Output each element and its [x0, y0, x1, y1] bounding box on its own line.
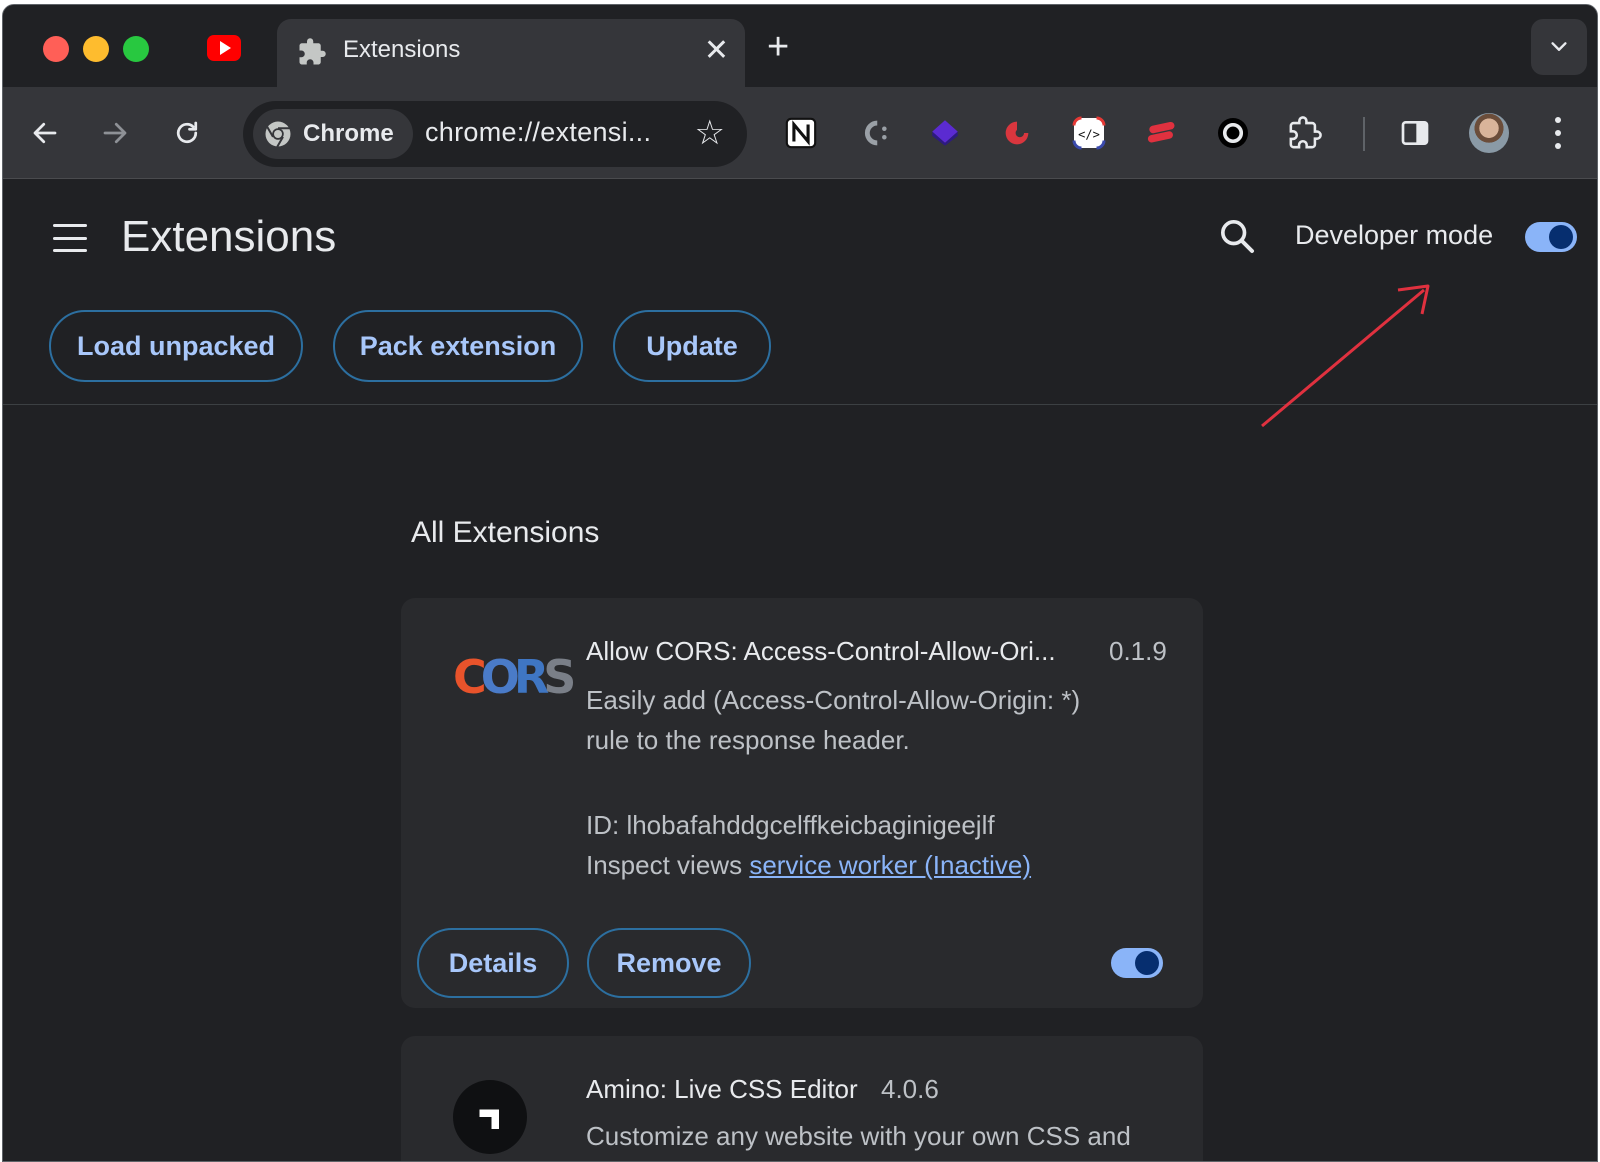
section-title: All Extensions [411, 516, 600, 549]
hamburger-menu-icon[interactable] [53, 224, 87, 252]
chevron-down-icon [1551, 42, 1567, 51]
load-unpacked-button[interactable]: Load unpacked [49, 310, 303, 382]
forward-arrow-icon [103, 122, 127, 144]
description-line: Customize any website with your own CSS … [586, 1121, 1131, 1151]
svg-text:</>: </> [1078, 127, 1100, 141]
youtube-icon [220, 41, 231, 55]
extension-name: Allow CORS: Access-Control-Allow-Ori... [586, 636, 1056, 666]
developer-mode-label: Developer mode [1295, 220, 1494, 250]
details-button[interactable]: Details [417, 928, 569, 998]
eagle-icon[interactable] [997, 113, 1037, 153]
profile-avatar[interactable] [1469, 113, 1509, 153]
annotation-arrow [1261, 284, 1430, 428]
close-window-button[interactable] [43, 36, 69, 62]
tab-close-icon[interactable]: ✕ [704, 33, 729, 69]
tab-extensions[interactable]: Extensions ✕ [277, 19, 745, 89]
back-arrow-icon [33, 122, 57, 144]
code-icon[interactable]: </> [1069, 113, 1109, 153]
bookmark-star-icon[interactable]: ☆ [695, 113, 725, 153]
circle-icon[interactable] [1213, 113, 1253, 153]
description-line: rule to the response header. [586, 725, 910, 755]
extensions-menu-puzzle-icon[interactable] [1285, 113, 1325, 153]
more-menu-icon[interactable] [1543, 113, 1573, 153]
extension-id: ID: lhobafahddgcelffkeicbaginigeejlf [586, 810, 995, 840]
side-panel-icon[interactable] [1395, 113, 1435, 153]
new-tab-button[interactable]: + [767, 27, 789, 67]
c-icon[interactable] [853, 113, 893, 153]
extension-version: 0.1.9 [1109, 636, 1167, 666]
service-worker-link[interactable]: service worker (Inactive) [749, 850, 1031, 880]
developer-mode-toggle[interactable] [1525, 222, 1577, 252]
url-text[interactable]: chrome://extensi... [425, 117, 651, 148]
back-button[interactable] [21, 109, 69, 157]
chip-label: Chrome [303, 120, 394, 147]
extensions-page: Extensions Developer mode Load unpacked … [3, 180, 1597, 1161]
layers-icon[interactable] [925, 113, 965, 153]
minimize-window-button[interactable] [83, 36, 109, 62]
reload-button[interactable] [163, 109, 211, 157]
tab-title: Extensions [343, 36, 461, 63]
notion-icon[interactable] [781, 113, 821, 153]
page-header: Extensions Developer mode Load unpacked … [3, 180, 1597, 428]
reload-icon [176, 121, 198, 144]
extension-version: 4.0.6 [881, 1074, 939, 1104]
cors-logo: CORS [453, 650, 576, 704]
site-info-chip[interactable]: Chrome [253, 109, 413, 159]
tab-strip: Extensions ✕ + [3, 5, 1597, 89]
chrome-logo-icon [265, 121, 291, 148]
remove-button[interactable]: Remove [587, 928, 751, 998]
extension-name: Amino: Live CSS Editor [586, 1074, 858, 1104]
forward-button[interactable] [91, 109, 139, 157]
youtube-pinned-tab[interactable] [207, 35, 241, 61]
update-button[interactable]: Update [613, 310, 771, 382]
address-bar[interactable]: Chrome chrome://extensi... ☆ [243, 101, 747, 167]
inspect-views: Inspect views service worker (Inactive) [586, 850, 1031, 881]
toggle-knob [1549, 225, 1573, 249]
browser-toolbar: Chrome chrome://extensi... ☆ </> [3, 87, 1597, 179]
description-line: Easily add (Access-Control-Allow-Origin:… [586, 685, 1081, 715]
stack-icon[interactable] [1141, 113, 1181, 153]
extension-card-amino: Amino: Live CSS Editor 4.0.6 Customize a… [401, 1036, 1203, 1161]
extension-enable-toggle[interactable] [1111, 948, 1163, 978]
extension-description: Easily add (Access-Control-Allow-Origin:… [586, 680, 1146, 760]
extension-card-cors: CORS Allow CORS: Access-Control-Allow-Or… [401, 598, 1203, 1008]
maximize-window-button[interactable] [123, 36, 149, 62]
toolbar-divider [1363, 117, 1365, 151]
browser-window: Extensions ✕ + Chrome chrome://extensi..… [2, 4, 1598, 1162]
tab-search-button[interactable] [1531, 19, 1587, 75]
page-title: Extensions [121, 212, 337, 261]
amino-logo [453, 1080, 527, 1154]
search-icon[interactable] [1217, 216, 1257, 256]
toggle-knob [1135, 951, 1159, 975]
pack-extension-button[interactable]: Pack extension [333, 310, 583, 382]
inspect-views-label: Inspect views [586, 850, 743, 880]
extension-description: Customize any website with your own CSS … [586, 1116, 1186, 1156]
puzzle-icon [299, 38, 326, 65]
